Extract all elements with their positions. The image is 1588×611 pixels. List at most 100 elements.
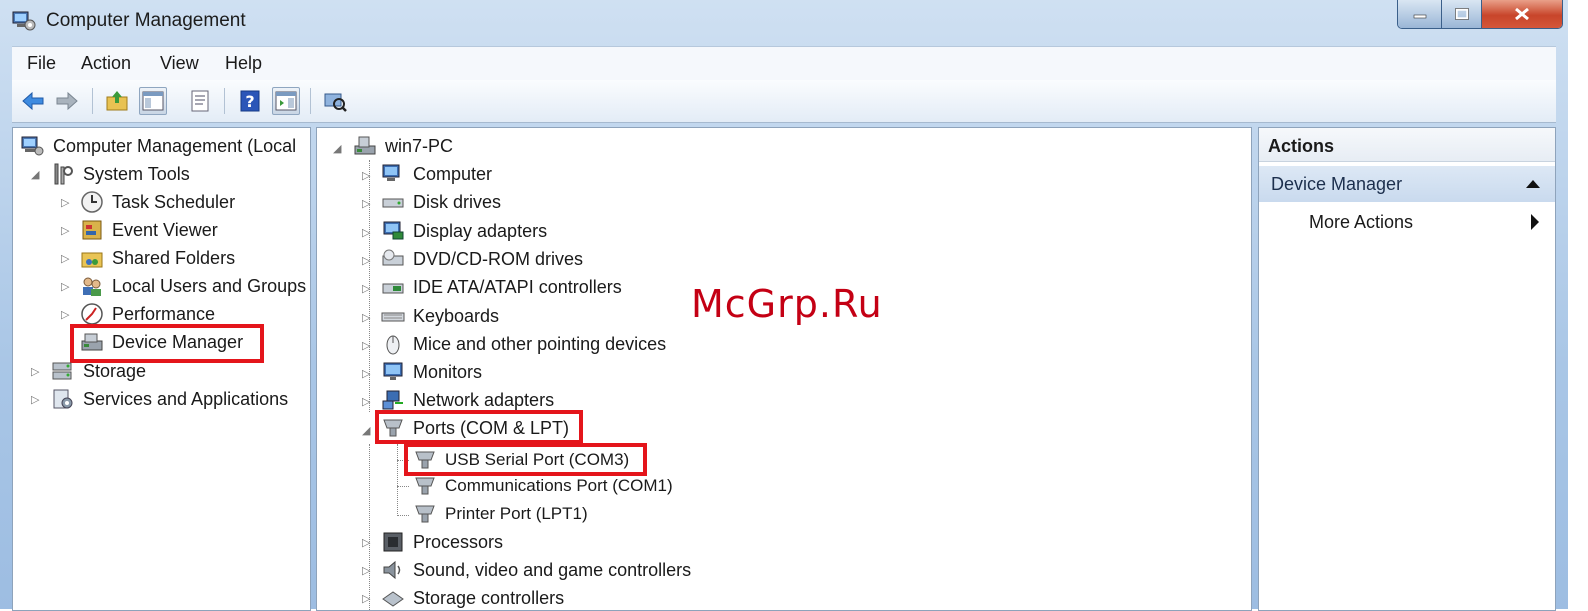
tree-item-local-users-groups[interactable]: Local Users and Groups (80, 273, 306, 299)
menu-help[interactable]: Help (225, 53, 262, 74)
expand-arrow-icon[interactable]: ▷ (362, 169, 370, 182)
computer-management-icon (21, 136, 44, 156)
device-tree-root-label: win7-PC (385, 135, 454, 156)
collapse-arrow-icon[interactable]: ◢ (333, 142, 341, 155)
device-category-processors[interactable]: Processors (381, 529, 503, 555)
tree-item-shared-folders[interactable]: Shared Folders (80, 245, 235, 271)
mouse-icon (386, 335, 400, 355)
disk-drive-icon (382, 198, 404, 208)
menu-view[interactable]: View (160, 53, 199, 74)
toolbar-separator (224, 88, 225, 114)
speaker-icon (383, 560, 401, 580)
collapse-arrow-icon[interactable]: ◢ (31, 168, 39, 181)
device-category-keyboard[interactable]: Keyboards (381, 303, 499, 329)
device-category-display-adapter[interactable]: Display adapters (381, 218, 547, 244)
tree-item-event-viewer[interactable]: Event Viewer (80, 217, 218, 243)
device-tree-root[interactable]: win7-PC (353, 133, 453, 159)
actions-header: Actions (1259, 128, 1555, 162)
device-tree-pane[interactable]: ◢ win7-PC ▷ Computer ▷ Disk drives ▷ Display … (316, 127, 1252, 611)
maximize-button[interactable] (1442, 0, 1482, 28)
expand-arrow-icon[interactable]: ▷ (61, 196, 69, 209)
expand-arrow-icon[interactable]: ▷ (362, 311, 370, 324)
expand-arrow-icon[interactable]: ▷ (61, 308, 69, 321)
menu-file[interactable]: File (27, 53, 56, 74)
properties-icon[interactable] (187, 88, 213, 114)
console-tree-pane[interactable]: Computer Management (Local ◢ System Tool… (12, 127, 311, 611)
scan-hardware-icon[interactable] (322, 88, 348, 114)
device-category-label: Disk drives (413, 191, 502, 212)
expand-arrow-icon[interactable]: ▷ (61, 224, 69, 237)
port-printer[interactable]: Printer Port (LPT1) (413, 501, 588, 527)
expand-arrow-icon[interactable]: ▷ (31, 365, 39, 378)
collapse-arrow-icon[interactable]: ◢ (362, 424, 370, 437)
monitor-icon (383, 362, 403, 380)
expand-arrow-icon[interactable]: ▷ (362, 395, 370, 408)
close-button[interactable] (1482, 0, 1562, 28)
expand-arrow-icon[interactable]: ▷ (31, 393, 39, 406)
device-category-computer[interactable]: Computer (381, 161, 492, 187)
tree-item-label: Local Users and Groups (112, 275, 307, 296)
title-bar[interactable]: Computer Management (0, 0, 1568, 44)
minimize-button[interactable] (1398, 0, 1442, 28)
shared-folders-icon (81, 252, 103, 268)
device-category-sound[interactable]: Sound, video and game controllers (381, 557, 691, 583)
show-hide-action-pane-icon[interactable] (272, 87, 300, 115)
device-category-disk-drive[interactable]: Disk drives (381, 189, 501, 215)
device-category-mouse[interactable]: Mice and other pointing devices (381, 331, 666, 357)
screen-edge (1568, 0, 1588, 609)
device-category-label: Monitors (413, 361, 483, 382)
device-category-ide-controller[interactable]: IDE ATA/ATAPI controllers (381, 274, 622, 300)
expand-arrow-icon[interactable]: ▷ (362, 254, 370, 267)
menu-action[interactable]: Action (81, 53, 131, 74)
tree-item-label: Services and Applications (83, 388, 289, 409)
tree-item-label: Event Viewer (112, 219, 218, 240)
clock-icon (81, 191, 103, 213)
expand-arrow-icon[interactable]: ▷ (362, 367, 370, 380)
back-arrow-icon[interactable] (20, 88, 46, 114)
performance-icon (81, 303, 103, 325)
device-category-dvd-drive[interactable]: DVD/CD-ROM drives (381, 246, 583, 272)
help-icon[interactable]: ? (237, 88, 263, 114)
tree-item-label: Task Scheduler (112, 191, 236, 212)
close-icon (1515, 7, 1529, 21)
system-tools-icon (54, 163, 73, 185)
tree-item-storage[interactable]: Storage (51, 358, 146, 384)
device-category-storage-controllers[interactable]: Storage controllers (381, 585, 564, 610)
expand-arrow-icon[interactable]: ▷ (362, 197, 370, 210)
tree-item-computer-management[interactable]: Computer Management (Local (21, 133, 296, 159)
up-folder-icon[interactable] (104, 88, 130, 114)
expand-arrow-icon[interactable]: ▷ (362, 339, 370, 352)
port-label: Communications Port (COM1) (445, 476, 673, 495)
maximize-icon (1454, 8, 1469, 20)
expand-arrow-icon[interactable]: ▷ (362, 564, 370, 577)
device-category-label: DVD/CD-ROM drives (413, 248, 584, 269)
expand-arrow-icon[interactable]: ▷ (362, 592, 370, 605)
submenu-arrow-icon[interactable] (1531, 214, 1539, 230)
tree-connector (397, 444, 398, 516)
network-adapter-icon (382, 390, 403, 410)
tree-item-system-tools[interactable]: System Tools (51, 161, 190, 187)
port-label: Printer Port (LPT1) (445, 504, 588, 523)
actions-section-device-manager[interactable]: Device Manager (1259, 166, 1555, 202)
expand-arrow-icon[interactable]: ▷ (61, 252, 69, 265)
forward-arrow-icon[interactable] (54, 88, 80, 114)
device-category-monitor[interactable]: Monitors (381, 359, 482, 385)
menu-bar: File Action View Help (12, 46, 1556, 81)
users-icon (83, 277, 101, 296)
device-category-label: IDE ATA/ATAPI controllers (413, 276, 622, 297)
tree-item-task-scheduler[interactable]: Task Scheduler (80, 189, 235, 215)
more-actions-item[interactable]: More Actions (1309, 212, 1413, 233)
expand-arrow-icon[interactable]: ▷ (61, 280, 69, 293)
port-communications[interactable]: Communications Port (COM1) (413, 473, 673, 499)
expand-arrow-icon[interactable]: ▷ (362, 282, 370, 295)
show-hide-console-tree-icon[interactable] (139, 87, 167, 115)
device-category-label: Mice and other pointing devices (413, 333, 667, 354)
expand-arrow-icon[interactable]: ▷ (362, 226, 370, 239)
expand-arrow-icon[interactable]: ▷ (362, 536, 370, 549)
minimize-icon (1413, 14, 1426, 19)
tree-item-label: Computer Management (Local (53, 135, 297, 156)
tree-item-label: Shared Folders (112, 247, 236, 268)
collapse-up-icon[interactable] (1526, 180, 1540, 188)
tree-item-services-applications[interactable]: Services and Applications (51, 386, 288, 412)
tree-item-label: System Tools (83, 163, 190, 184)
